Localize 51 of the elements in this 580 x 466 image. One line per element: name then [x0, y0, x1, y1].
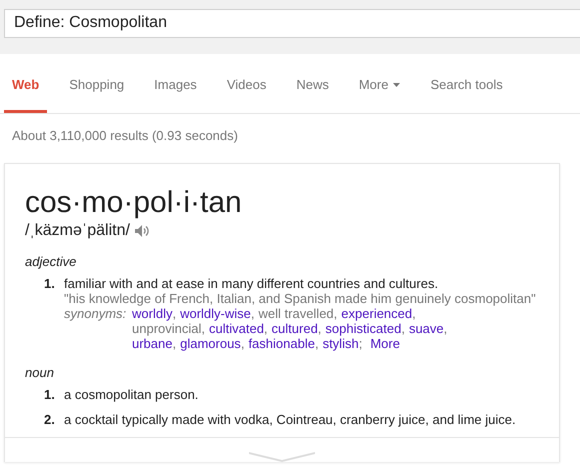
synonym-link[interactable]: glamorous [180, 336, 241, 351]
tab[interactable]: News [288, 71, 337, 113]
separator: , [172, 336, 176, 351]
definition-text: a cocktail typically made with vodka, Cointreau, cranberry juice, and lime juice. [64, 412, 516, 427]
synonym-link[interactable]: experienced [341, 306, 412, 321]
search-value: Define: Cosmopolitan [14, 14, 167, 31]
pronunciation: /ˌkäzməˈpälitn/ [25, 222, 130, 240]
definition-text: a cosmopolitan person. [64, 387, 198, 402]
tab[interactable]: Shopping [61, 71, 132, 113]
part-of-speech: adjective [25, 254, 78, 269]
synonym-link[interactable]: worldly-wise [180, 306, 251, 321]
synonym: well travelled [258, 306, 334, 321]
tab[interactable]: More [350, 71, 408, 113]
definition-text: familiar with and at ease in many different countries and cultures. [64, 276, 440, 291]
tab[interactable]: Search tools [422, 71, 511, 113]
synonyms-label: synonyms: [64, 306, 128, 323]
tab[interactable]: Web [4, 71, 48, 113]
synonym: unprovincial [132, 321, 202, 336]
headword: cos·mo·pol·i·tan [25, 186, 243, 220]
tab[interactable]: Videos [218, 71, 274, 113]
separator: , [201, 321, 205, 336]
caret-icon [393, 82, 400, 86]
sense-number: 1. [44, 387, 56, 402]
speaker-icon[interactable] [134, 225, 149, 237]
separator: , [314, 336, 319, 351]
tab[interactable]: Images [146, 71, 205, 113]
separator: , [240, 336, 244, 351]
separator: , [444, 321, 448, 336]
synonym-link[interactable]: cultivated [209, 321, 264, 336]
synonym-link[interactable]: worldly [132, 306, 172, 321]
separator: , [172, 306, 176, 321]
separator: , [401, 321, 405, 336]
separator: , [250, 306, 255, 321]
part-of-speech: noun [25, 365, 55, 380]
more-link[interactable]: More [370, 336, 400, 351]
separator: , [318, 321, 322, 336]
separator: , [412, 306, 416, 321]
example-sentence: "his knowledge of French, Italian, and Spanish made him genuinely cosmopolitan" [64, 291, 536, 306]
synonym-link[interactable]: sophisticated [325, 321, 402, 336]
separator: , [334, 306, 338, 321]
synonym-link[interactable]: fashionable [248, 336, 315, 351]
sense-number: 2. [44, 412, 56, 427]
synonym-link[interactable]: cultured [272, 321, 318, 336]
search-field[interactable]: Define: Cosmopolitan [4, 9, 580, 38]
result-stats: About 3,110,000 results (0.93 seconds) [11, 127, 239, 143]
sense-number: 1. [44, 276, 56, 293]
separator: ; [358, 336, 362, 351]
synonym-link[interactable]: stylish [322, 336, 359, 351]
synonym-link[interactable]: suave [408, 321, 444, 336]
synonym-link[interactable]: urbane [132, 336, 172, 351]
separator: , [264, 321, 268, 336]
